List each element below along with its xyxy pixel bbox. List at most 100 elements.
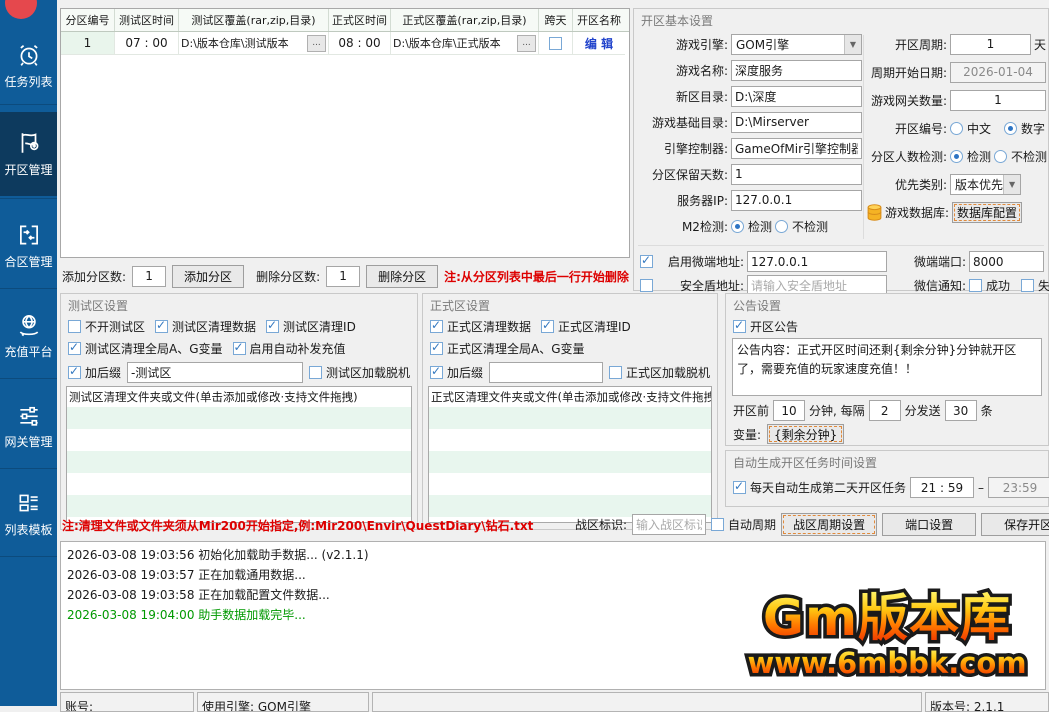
micro-client-checkbox[interactable]	[640, 255, 653, 268]
sidebar-item-task-list[interactable]: 任务列表	[0, 36, 57, 90]
log-output[interactable]: 2026-03-08 19:03:56 初始化加载助手数据... (v2.1.1…	[60, 541, 1046, 690]
m2-check-yes-radio[interactable]	[731, 220, 744, 233]
numbering-chinese-radio[interactable]	[950, 122, 963, 135]
test-path-cell[interactable]: D:\版本仓库\测试版本 ...	[179, 32, 329, 55]
sidebar-item-label: 合区管理	[4, 253, 52, 270]
gateway-count-input[interactable]	[950, 90, 1046, 111]
sidebar-item-gateway-management[interactable]: 网关管理	[0, 396, 57, 450]
browse-button[interactable]: ...	[517, 35, 536, 52]
warzone-cycle-settings-button[interactable]: 战区周期设置	[781, 513, 877, 536]
open-announce-checkbox[interactable]	[733, 320, 746, 333]
list-row	[67, 407, 411, 429]
crossday-checkbox[interactable]	[549, 37, 562, 50]
server-ip-input[interactable]	[731, 190, 862, 211]
auto-recharge-checkbox[interactable]	[233, 342, 246, 355]
port-settings-button[interactable]: 端口设置	[882, 513, 976, 536]
interval-input[interactable]	[869, 400, 901, 421]
base-dir-label: 游戏基础目录:	[638, 114, 728, 131]
autocycle-checkbox[interactable]	[711, 518, 724, 531]
column-header: 开区名称	[573, 9, 625, 31]
sidebar: 任务列表 开区管理 合区管理 充值平台 网关管理 列表模板	[0, 0, 57, 706]
test-clean-file-list[interactable]: 测试区清理文件夹或文件(单击添加或修改·支持文件拖拽)	[66, 386, 412, 523]
m2-check-no-radio[interactable]	[775, 220, 788, 233]
sidebar-item-list-template[interactable]: 列表模板	[0, 484, 57, 538]
before-minutes-input[interactable]	[773, 400, 805, 421]
no-open-test-checkbox[interactable]	[68, 320, 81, 333]
app-logo	[5, 0, 37, 19]
list-row	[67, 429, 411, 451]
alarm-clock-icon	[16, 42, 42, 68]
crowd-check-yes-radio[interactable]	[950, 150, 963, 163]
test-offline-checkbox[interactable]	[309, 366, 322, 379]
list-row	[67, 495, 411, 517]
announce-content-textarea[interactable]: 公告内容：正式开区时间还剩{剩余分钟}分钟就开区了，需要充值的玩家速度充值！！	[732, 338, 1042, 396]
security-shield-label: 安全盾地址:	[656, 277, 744, 294]
game-name-label: 游戏名称:	[638, 62, 728, 79]
cycle-input[interactable]	[950, 34, 1031, 55]
task-time-to-input[interactable]	[988, 477, 1049, 498]
prod-clean-id-checkbox[interactable]	[541, 320, 554, 333]
micro-client-row: 启用微端地址: 微端端口:	[640, 251, 1044, 272]
prod-zone-group: 正式区设置 正式区清理数据 正式区清理ID 正式区清理全局A、G变量 加后缀 正…	[422, 293, 718, 530]
sidebar-item-merge-management[interactable]: 合区管理	[0, 216, 57, 270]
db-config-button[interactable]: 数据库配置	[952, 202, 1022, 223]
controller-label: 引擎控制器:	[638, 140, 728, 157]
chevron-down-icon[interactable]: ▼	[1003, 175, 1020, 194]
wechat-success-checkbox[interactable]	[969, 279, 982, 292]
micro-client-address-input[interactable]	[747, 251, 887, 272]
sidebar-item-zone-management[interactable]: 开区管理	[0, 112, 57, 196]
prod-time-cell[interactable]: 08 : 00	[329, 32, 391, 55]
numbering-digit-radio[interactable]	[1004, 122, 1017, 135]
log-line: 2026-03-08 19:03:58 正在加载配置文件数据...	[67, 585, 1039, 605]
delete-count-input[interactable]	[326, 266, 360, 287]
prod-clean-data-checkbox[interactable]	[430, 320, 443, 333]
prod-offline-checkbox[interactable]	[609, 366, 622, 379]
partition-id-cell[interactable]: 1	[61, 32, 115, 55]
autotask-checkbox[interactable]	[733, 481, 746, 494]
list-template-icon	[16, 490, 42, 516]
add-partition-button[interactable]: 添加分区	[172, 265, 244, 288]
prod-clean-var-checkbox[interactable]	[430, 342, 443, 355]
test-time-cell[interactable]: 07 : 00	[115, 32, 179, 55]
prod-clean-file-list[interactable]: 正式区清理文件夹或文件(单击添加或修改·支持文件拖拽)	[428, 386, 712, 523]
database-icon	[867, 204, 882, 221]
sidebar-item-recharge-platform[interactable]: 充值平台	[0, 306, 57, 360]
variable-label: 变量:	[733, 426, 761, 443]
controller-input[interactable]	[731, 138, 862, 159]
engine-select[interactable]: GOM引擎 ▼	[731, 34, 862, 55]
add-count-input[interactable]	[132, 266, 166, 287]
test-clean-data-checkbox[interactable]	[155, 320, 168, 333]
prod-path-cell[interactable]: D:\版本仓库\正式版本 ...	[391, 32, 539, 55]
column-header: 测试区覆盖(rar,zip,目录)	[179, 9, 329, 31]
test-suffix-checkbox[interactable]	[68, 366, 81, 379]
test-clean-var-checkbox[interactable]	[68, 342, 81, 355]
security-shield-checkbox[interactable]	[640, 279, 653, 292]
test-suffix-input[interactable]	[127, 362, 303, 383]
edit-link[interactable]: 编 辑	[585, 35, 613, 52]
gateway-count-label: 游戏网关数量:	[867, 92, 947, 109]
start-date-input[interactable]	[950, 62, 1046, 83]
new-dir-input[interactable]	[731, 86, 862, 107]
warzone-input[interactable]	[632, 514, 706, 535]
test-clean-id-checkbox[interactable]	[266, 320, 279, 333]
crowd-check-no-radio[interactable]	[994, 150, 1007, 163]
remaining-minutes-variable-button[interactable]: {剩余分钟}	[767, 424, 844, 444]
wechat-fail-checkbox[interactable]	[1021, 279, 1034, 292]
browse-button[interactable]: ...	[307, 35, 326, 52]
keep-days-input[interactable]	[731, 164, 862, 185]
prod-suffix-checkbox[interactable]	[430, 366, 443, 379]
prod-suffix-input[interactable]	[489, 362, 603, 383]
status-version: 版本号: 2.1.1	[925, 692, 1049, 712]
save-config-button[interactable]: 保存开区配置	[981, 513, 1049, 536]
priority-select[interactable]: 版本优先 ▼	[950, 174, 1021, 195]
chevron-down-icon[interactable]: ▼	[844, 35, 861, 54]
prod-path-text: D:\版本仓库\正式版本	[393, 35, 515, 51]
micro-port-input[interactable]	[969, 251, 1044, 272]
send-count-input[interactable]	[945, 400, 977, 421]
task-time-from-input[interactable]	[910, 477, 974, 498]
game-name-input[interactable]	[731, 60, 862, 81]
column-header: 跨天	[539, 9, 573, 31]
base-dir-input[interactable]	[731, 112, 862, 133]
delete-partition-button[interactable]: 删除分区	[366, 265, 438, 288]
clean-file-note: 注:清理文件或文件夹须从Mir200开始指定,例:Mir200\Envir\Qu…	[62, 517, 533, 534]
